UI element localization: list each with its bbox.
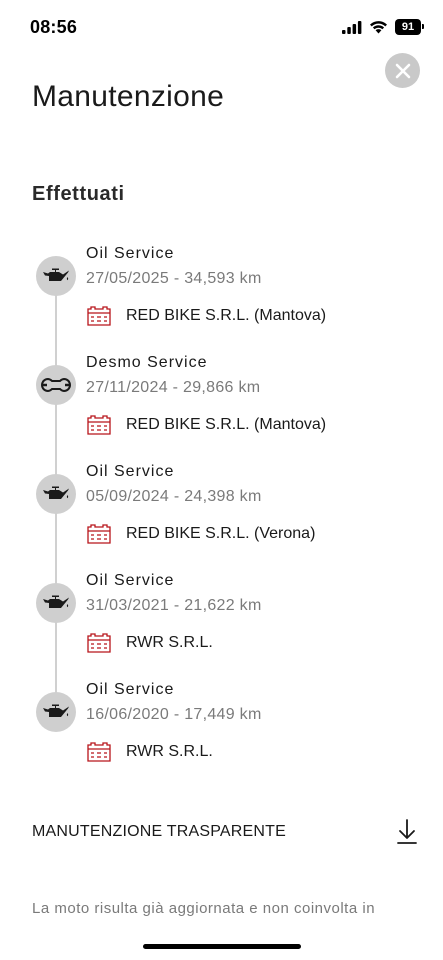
entry-title: Oil Service	[86, 681, 175, 698]
dealer-icon	[87, 633, 111, 653]
entry-icon-circle	[36, 365, 76, 405]
close-icon	[395, 63, 410, 78]
maintenance-entry[interactable]: Oil Service 31/03/2021 - 21,622 km RWR S…	[0, 572, 443, 683]
oil-can-icon	[43, 704, 69, 717]
entry-icon-circle	[36, 256, 76, 296]
dealer-icon	[87, 742, 111, 762]
entry-details: 27/11/2024 - 29,866 km	[86, 379, 261, 396]
wifi-icon	[370, 21, 387, 34]
maintenance-entry[interactable]: Oil Service 05/09/2024 - 24,398 km RED B…	[0, 463, 443, 574]
entry-title: Desmo Service	[86, 354, 208, 371]
home-indicator[interactable]	[143, 944, 301, 949]
section-title: Effettuati	[32, 183, 125, 205]
cellular-signal-icon	[342, 20, 362, 34]
entry-icon-circle	[36, 583, 76, 623]
entry-details: 31/03/2021 - 21,622 km	[86, 597, 262, 614]
entry-details: 05/09/2024 - 24,398 km	[86, 488, 262, 505]
status-icons: 91	[342, 19, 424, 35]
dealer-name: RWR S.R.L.	[126, 634, 213, 651]
entry-details: 16/06/2020 - 17,449 km	[86, 706, 262, 723]
entry-details: 27/05/2025 - 34,593 km	[86, 270, 262, 287]
entry-icon-circle	[36, 692, 76, 732]
entry-title: Oil Service	[86, 245, 175, 262]
battery-indicator: 91	[395, 19, 424, 35]
transparent-maintenance-row[interactable]: MANUTENZIONE TRASPARENTE	[32, 818, 420, 846]
maintenance-entry[interactable]: Oil Service 27/05/2025 - 34,593 km RED B…	[0, 245, 443, 356]
oil-can-icon	[43, 486, 69, 499]
page-title: Manutenzione	[32, 80, 225, 113]
dealer-icon	[87, 524, 111, 544]
transparent-maintenance-label: MANUTENZIONE TRASPARENTE	[32, 823, 287, 840]
download-icon	[397, 819, 417, 844]
dealer-icon	[87, 415, 111, 435]
status-time: 08:56	[30, 17, 78, 37]
dealer-name: RED BIKE S.R.L. (Mantova)	[126, 416, 327, 433]
oil-can-icon	[43, 595, 69, 608]
maintenance-entry[interactable]: Oil Service 16/06/2020 - 17,449 km RWR S…	[0, 681, 443, 792]
dealer-name: RED BIKE S.R.L. (Verona)	[126, 525, 316, 542]
dealer-name: RED BIKE S.R.L. (Mantova)	[126, 307, 327, 324]
entry-icon-circle	[36, 474, 76, 514]
entry-title: Oil Service	[86, 572, 175, 589]
maintenance-entry[interactable]: Desmo Service 27/11/2024 - 29,866 km RED…	[0, 354, 443, 465]
wrench-icon	[41, 377, 71, 393]
footer-text: La moto risulta già aggiornata e non coi…	[32, 900, 376, 917]
dealer-name: RWR S.R.L.	[126, 743, 213, 760]
close-button[interactable]	[385, 53, 420, 88]
oil-can-icon	[43, 268, 69, 281]
download-button[interactable]	[394, 818, 420, 846]
status-bar: 08:56 91	[0, 0, 443, 54]
entry-title: Oil Service	[86, 463, 175, 480]
dealer-icon	[87, 306, 111, 326]
